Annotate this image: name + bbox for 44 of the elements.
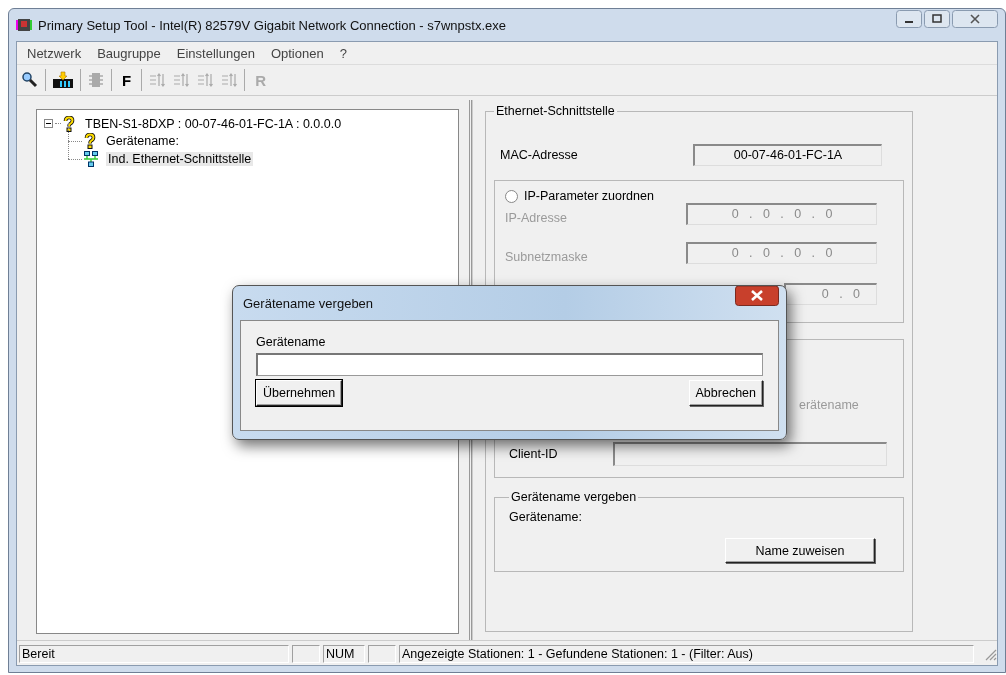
question-mark-icon (63, 115, 75, 132)
window-title: Primary Setup Tool - Intel(R) 82579V Gigabit Network Connection - s7wnpstx.exe (38, 17, 506, 33)
station-count: Angezeigte Stationen: 1 - Gefundene Stationen: 1 - (Filter: Aus) (399, 645, 974, 663)
close-icon[interactable] (735, 286, 779, 306)
menu-item[interactable]: Einstellungen (168, 44, 263, 62)
maximize-icon[interactable] (924, 10, 950, 28)
collapse-icon[interactable] (44, 119, 53, 128)
tree-item[interactable]: Ind. Ethernet-Schnittstelle (106, 152, 254, 166)
network-scan-icon[interactable] (52, 71, 74, 89)
group-title: Gerätename vergeben (510, 490, 638, 504)
mac-field: 00-07-46-01-FC-1A (693, 144, 882, 166)
minimize-icon[interactable] (896, 10, 922, 28)
dialog-button[interactable]: Abbrechen (688, 380, 763, 406)
status-panel (292, 645, 320, 663)
menu-item[interactable]: Baugruppe (89, 44, 169, 62)
menu-item[interactable]: Netzwerk (19, 44, 90, 62)
client-id-label: Client-ID (509, 447, 558, 461)
dialog-title: Gerätename vergeben (242, 295, 374, 311)
group-title: Ethernet-Schnittstelle (495, 104, 616, 118)
device-name-input[interactable] (256, 353, 763, 376)
num-lock-indicator: NUM (323, 645, 365, 663)
client-id-field[interactable] (613, 442, 887, 466)
radio-button[interactable] (505, 189, 518, 203)
option-label: erätename (799, 398, 859, 412)
mac-label: MAC-Adresse (500, 148, 578, 162)
toolbar-button[interactable]: F (118, 71, 136, 89)
question-mark-icon (84, 133, 96, 149)
field-label: Gerätename (256, 335, 327, 349)
network-icon (84, 151, 98, 167)
tree-item[interactable]: Gerätename: (104, 134, 181, 148)
status-panel (368, 645, 396, 663)
assign-name-button[interactable]: Name zuweisen (725, 538, 875, 563)
app-icon (16, 17, 32, 33)
field-label: IP-Adresse (505, 211, 567, 225)
resize-grip-icon[interactable] (983, 647, 997, 661)
menu-item[interactable]: Optionen (262, 44, 332, 62)
radio-label[interactable]: IP-Parameter zuordnen (524, 189, 654, 203)
menu-item[interactable]: ? (331, 44, 355, 62)
search-icon[interactable] (21, 71, 39, 89)
dialog-button[interactable]: Übernehmen (256, 380, 343, 406)
tree-item[interactable]: TBEN-S1-8DXP : 00-07-46-01-FC-1A : 0.0.0.0 (83, 116, 344, 131)
field-label: Subnetzmaske (505, 250, 588, 264)
device-name-label: Gerätename: (509, 510, 582, 524)
status-message: Bereit (19, 645, 289, 663)
